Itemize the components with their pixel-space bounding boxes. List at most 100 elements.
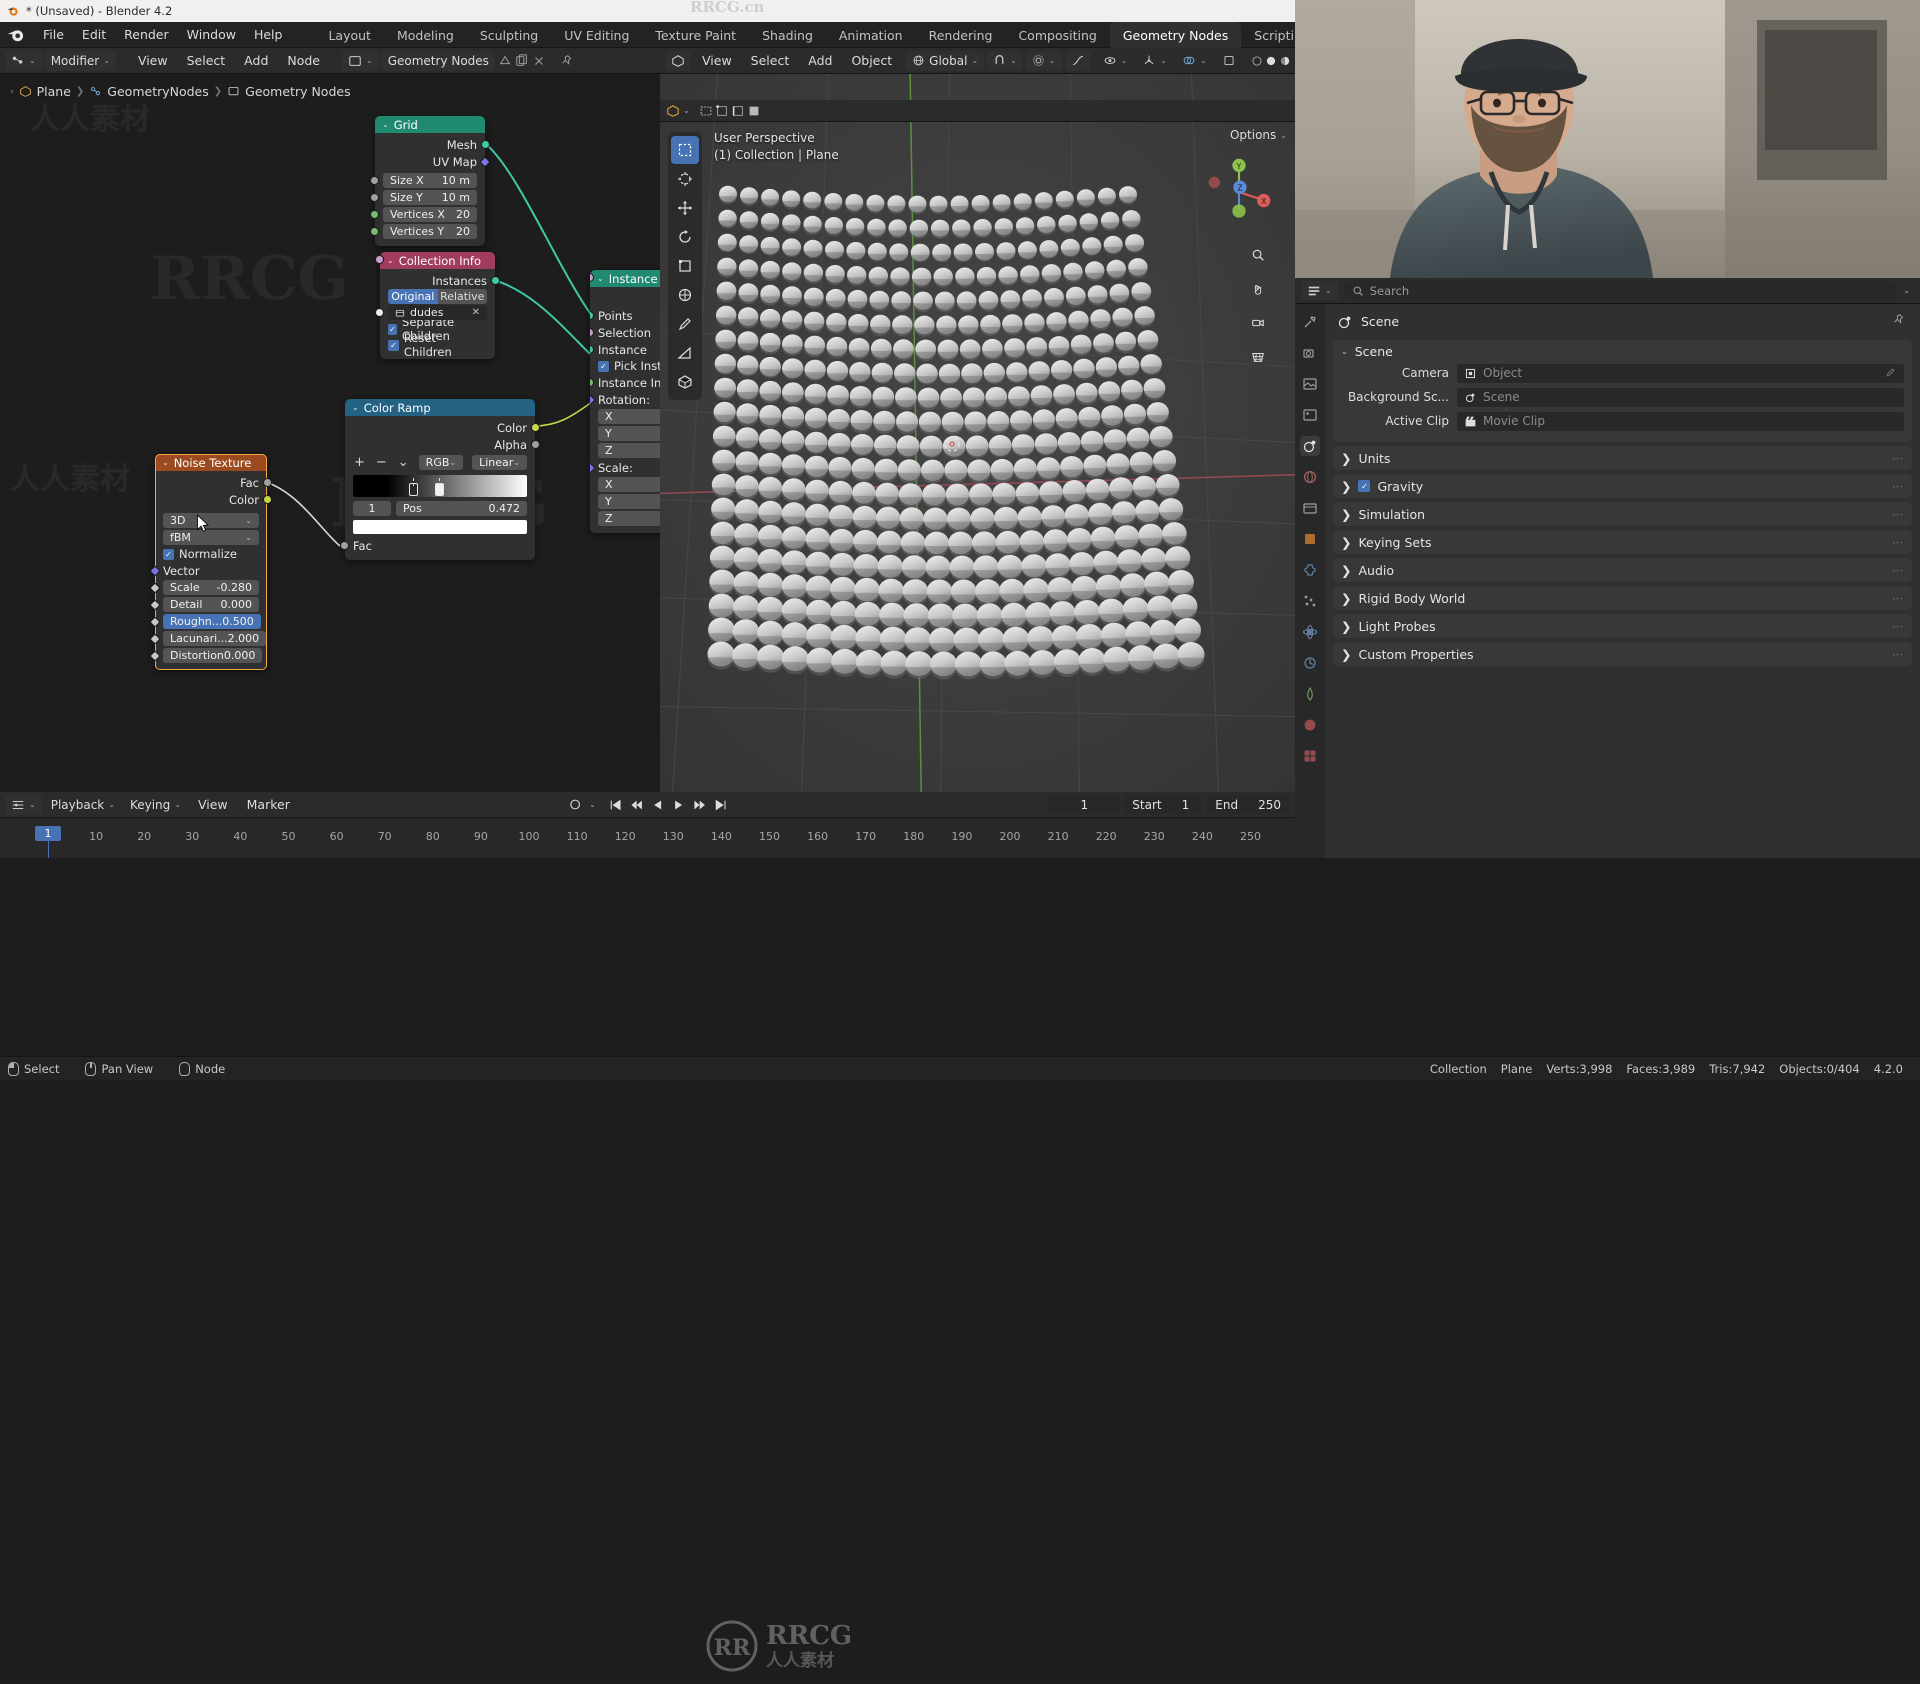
previous-keyframe-icon[interactable] (630, 798, 644, 812)
jump-to-start-icon[interactable] (609, 798, 623, 812)
overlays-toggle[interactable]: ⌄ (1176, 51, 1213, 71)
chevron-right-icon[interactable]: ❯ (1341, 647, 1351, 662)
viewport-menu-add[interactable]: Add (800, 51, 840, 71)
iop-scale-y[interactable]: Y0 (590, 493, 660, 510)
iop-scale-x[interactable]: X0 (590, 476, 660, 493)
nt-field-distortion[interactable]: Distortion 0.000 (149, 647, 267, 664)
snap-magnet-button[interactable]: ⌄ (987, 50, 1023, 71)
workspace-tab-shading[interactable]: Shading (749, 22, 826, 48)
tab-render[interactable] (1300, 343, 1320, 363)
timeline-menu-view[interactable]: View (190, 795, 236, 815)
socket-rotation-in[interactable] (590, 394, 596, 406)
zoom-view-icon[interactable] (1245, 242, 1271, 268)
iop-input-scale[interactable]: Scale: (590, 459, 660, 476)
cr-interpolation-dropdown[interactable]: Linear ⌄ (472, 455, 527, 470)
menu-window[interactable]: Window (178, 24, 245, 46)
nt-field-roughness[interactable]: Roughn... 0.500 (149, 613, 267, 630)
breadcrumb-item-geometry-nodes-tree[interactable]: Geometry Nodes (245, 84, 350, 99)
cr-position-field[interactable]: Pos 0.472 (396, 501, 527, 516)
socket-noise-color-out[interactable] (263, 495, 272, 504)
panel-units[interactable]: ❯ Units ⋯ (1333, 446, 1912, 470)
timeline-playhead[interactable]: 1 (35, 826, 61, 841)
solid-shading-icon[interactable] (1265, 55, 1277, 67)
node-collection-info-header[interactable]: ⌄ Collection Info (380, 252, 495, 269)
node-grid-field-verticesy[interactable]: Vertices Y 20 (370, 223, 485, 240)
tab-tool[interactable] (1300, 312, 1320, 332)
node-menu-add[interactable]: Add (236, 51, 276, 71)
nt-noisetype-dropdown-row[interactable]: fBM ⌄ (155, 529, 267, 546)
panel-simulation[interactable]: ❯ Simulation ⋯ (1333, 502, 1912, 526)
socket-verticesx-in[interactable] (370, 210, 379, 219)
viewport-editor-type-selector[interactable] (665, 50, 691, 71)
jump-to-end-icon[interactable] (714, 798, 728, 812)
socket-reset-children-in[interactable] (375, 255, 384, 264)
auto-keying-dropdown-icon[interactable]: ⌄ (589, 800, 596, 809)
collection-transform-space-toggle[interactable]: Original Relative (388, 289, 487, 304)
chevron-right-icon[interactable]: ❯ (1341, 479, 1351, 494)
editor-type-selector[interactable]: ⌄ (5, 50, 42, 71)
socket-mesh-out[interactable] (481, 140, 490, 149)
node-tree-name-field[interactable]: Geometry Nodes (381, 50, 495, 71)
node-collection-info[interactable]: ⌄ Collection Info Instances Original Rel… (375, 252, 500, 359)
new-nodetree-icon[interactable] (498, 54, 512, 68)
node-color-ramp[interactable]: ⌄ Color Ramp Color Alpha + − ⌄ RGB ⌄ Lin… (340, 399, 540, 560)
menu-file[interactable]: File (34, 24, 73, 46)
tab-view-layer[interactable] (1300, 405, 1320, 425)
toggle-original[interactable]: Original (388, 289, 438, 304)
workspace-tab-animation[interactable]: Animation (826, 22, 916, 48)
viewport-menu-view[interactable]: View (694, 51, 740, 71)
tool-select-box[interactable] (671, 136, 699, 164)
transform-orientation-selector[interactable]: Global ⌄ (906, 50, 985, 71)
tab-object[interactable] (1300, 529, 1320, 549)
socket-noise-fac-out[interactable] (263, 478, 272, 487)
node-menu-node[interactable]: Node (279, 51, 328, 71)
select-edge-icon[interactable] (731, 104, 745, 118)
socket-selection-in[interactable] (590, 328, 594, 337)
workspace-tab-sculpting[interactable]: Sculpting (467, 22, 551, 48)
tab-data[interactable] (1300, 684, 1320, 704)
node-grid-field-sizex[interactable]: Size X 10 m (370, 172, 485, 189)
socket-alpha-out[interactable] (531, 440, 540, 449)
object-mode-icon[interactable] (666, 104, 680, 118)
next-keyframe-icon[interactable] (693, 798, 707, 812)
node-menu-select[interactable]: Select (179, 51, 234, 71)
workspace-tab-texture-paint[interactable]: Texture Paint (642, 22, 749, 48)
tab-material[interactable] (1300, 715, 1320, 735)
select-box-icon[interactable] (699, 104, 713, 118)
current-frame-field[interactable]: 1 (1049, 795, 1120, 814)
cr-stop-index-field[interactable]: 1 (353, 501, 391, 516)
workspace-tab-layout[interactable]: Layout (315, 22, 384, 48)
chevron-right-icon[interactable]: ❯ (1341, 507, 1351, 522)
iop-input-rotation[interactable]: Rotation: (590, 391, 660, 408)
unlink-nodetree-icon[interactable] (532, 54, 546, 68)
node-grid-field-sizey[interactable]: Size Y 10 m (370, 189, 485, 206)
chevron-right-icon[interactable]: ❯ (1341, 451, 1351, 466)
panel-keying-sets[interactable]: ❯ Keying Sets ⋯ (1333, 530, 1912, 554)
timeline-menu-keying[interactable]: Keying ⌄ (124, 795, 187, 815)
pin-properties-icon[interactable] (1892, 313, 1906, 330)
blender-logo-icon[interactable] (6, 25, 26, 45)
proportional-edit-button[interactable]: ⌄ (1025, 50, 1062, 71)
camera-eyedropper-icon[interactable] (1885, 366, 1897, 381)
socket-instances-out[interactable] (491, 276, 500, 285)
scene-panel-header[interactable]: ⌄ Scene (1333, 340, 1912, 362)
iop-input-selection[interactable]: Selection (590, 324, 660, 341)
workspace-tab-compositing[interactable]: Compositing (1005, 22, 1109, 48)
node-group-browse-button[interactable]: ⌄ (342, 50, 379, 71)
tool-measure[interactable] (671, 339, 699, 367)
iop-input-instance-index[interactable]: Instance Index (590, 374, 660, 391)
socket-instance-index-in[interactable] (590, 378, 594, 387)
collapse-icon[interactable]: ⌄ (597, 274, 604, 283)
nt-field-detail[interactable]: Detail 0.000 (149, 596, 267, 613)
tab-world[interactable] (1300, 467, 1320, 487)
node-color-ramp-header[interactable]: ⌄ Color Ramp (345, 399, 535, 416)
socket-fac-in[interactable] (340, 541, 349, 550)
xray-toggle[interactable] (1216, 51, 1242, 71)
chevron-right-icon[interactable]: ❯ (1341, 591, 1351, 606)
normalize-checkbox[interactable]: ✓ (163, 548, 174, 560)
timeline-menu-playback[interactable]: Playback ⌄ (45, 795, 121, 815)
node-instance-on-points[interactable]: ⌄ Instance on Points Instances Points Se… (590, 270, 660, 533)
end-frame-field[interactable]: End 250 (1207, 795, 1289, 814)
clear-collection-icon[interactable]: ✕ (472, 307, 480, 318)
toggle-perspective-icon[interactable] (1245, 344, 1271, 370)
